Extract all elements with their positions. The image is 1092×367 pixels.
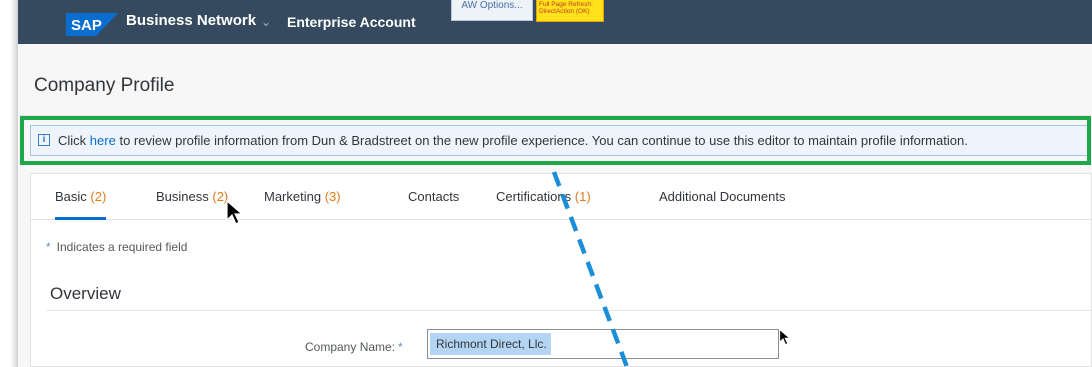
tab-label: Certifications (496, 189, 572, 204)
tab-label: Contacts (408, 189, 460, 204)
required-star: * (398, 340, 403, 354)
tab-basic[interactable]: Basic (2) (55, 174, 107, 220)
full-page-refresh-badge[interactable]: Full Page Refresh: DirectAction (OK) (536, 0, 604, 22)
section-title-overview: Overview (50, 284, 121, 303)
tab-business[interactable]: Business (2) (156, 174, 228, 220)
company-name-input[interactable]: Richmont Direct, Llc. (427, 329, 779, 359)
tab-contacts[interactable]: Contacts (408, 174, 459, 220)
page-title: Company Profile (34, 75, 175, 96)
required-note-text: Indicates a required field (56, 240, 188, 254)
company-name-label: Company Name: * (305, 340, 403, 354)
required-star: * (46, 240, 51, 254)
tab-label: Marketing (264, 189, 322, 204)
required-field-note: * Indicates a required field (46, 240, 187, 254)
refresh-line-1: Full Page Refresh: (539, 1, 593, 8)
aw-options-button[interactable]: AW Options... (451, 0, 533, 21)
section-divider (46, 310, 1091, 311)
sap-logo[interactable]: SAP (66, 13, 118, 36)
refresh-line-2: DirectAction (OK) (539, 8, 590, 15)
tab-count: (2) (90, 189, 107, 204)
company-name-label-text: Company Name: (305, 340, 396, 354)
annotation-highlight-box (20, 116, 1091, 165)
account-type: Enterprise Account (287, 14, 416, 30)
edge-shadow (0, 0, 18, 367)
tab-label: Additional Documents (659, 189, 786, 204)
tab-label: Basic (55, 189, 87, 204)
chevron-down-icon[interactable]: ⌄ (261, 15, 271, 29)
tab-marketing[interactable]: Marketing (3) (264, 174, 341, 220)
tab-label: Business (156, 189, 209, 204)
screenshot-frame: SAP Business Network ⌄ Enterprise Accoun… (0, 0, 1092, 367)
company-name-value: Richmont Direct, Llc. (430, 333, 551, 355)
tab-count: (1) (574, 189, 591, 204)
sap-logo-text: SAP (71, 17, 102, 34)
product-name[interactable]: Business Network (126, 12, 256, 29)
tab-certifications[interactable]: Certifications (1) (496, 174, 591, 220)
shell-bar: SAP Business Network ⌄ Enterprise Accoun… (18, 0, 1092, 44)
tab-additional-documents[interactable]: Additional Documents (659, 174, 785, 220)
app-window: SAP Business Network ⌄ Enterprise Accoun… (18, 0, 1092, 367)
tab-count: (3) (324, 189, 341, 204)
profile-card: Basic (2) Business (2) Marketing (3) Con… (30, 173, 1092, 367)
tab-bar: Basic (2) Business (2) Marketing (3) Con… (31, 174, 1091, 220)
tab-count: (2) (212, 189, 229, 204)
